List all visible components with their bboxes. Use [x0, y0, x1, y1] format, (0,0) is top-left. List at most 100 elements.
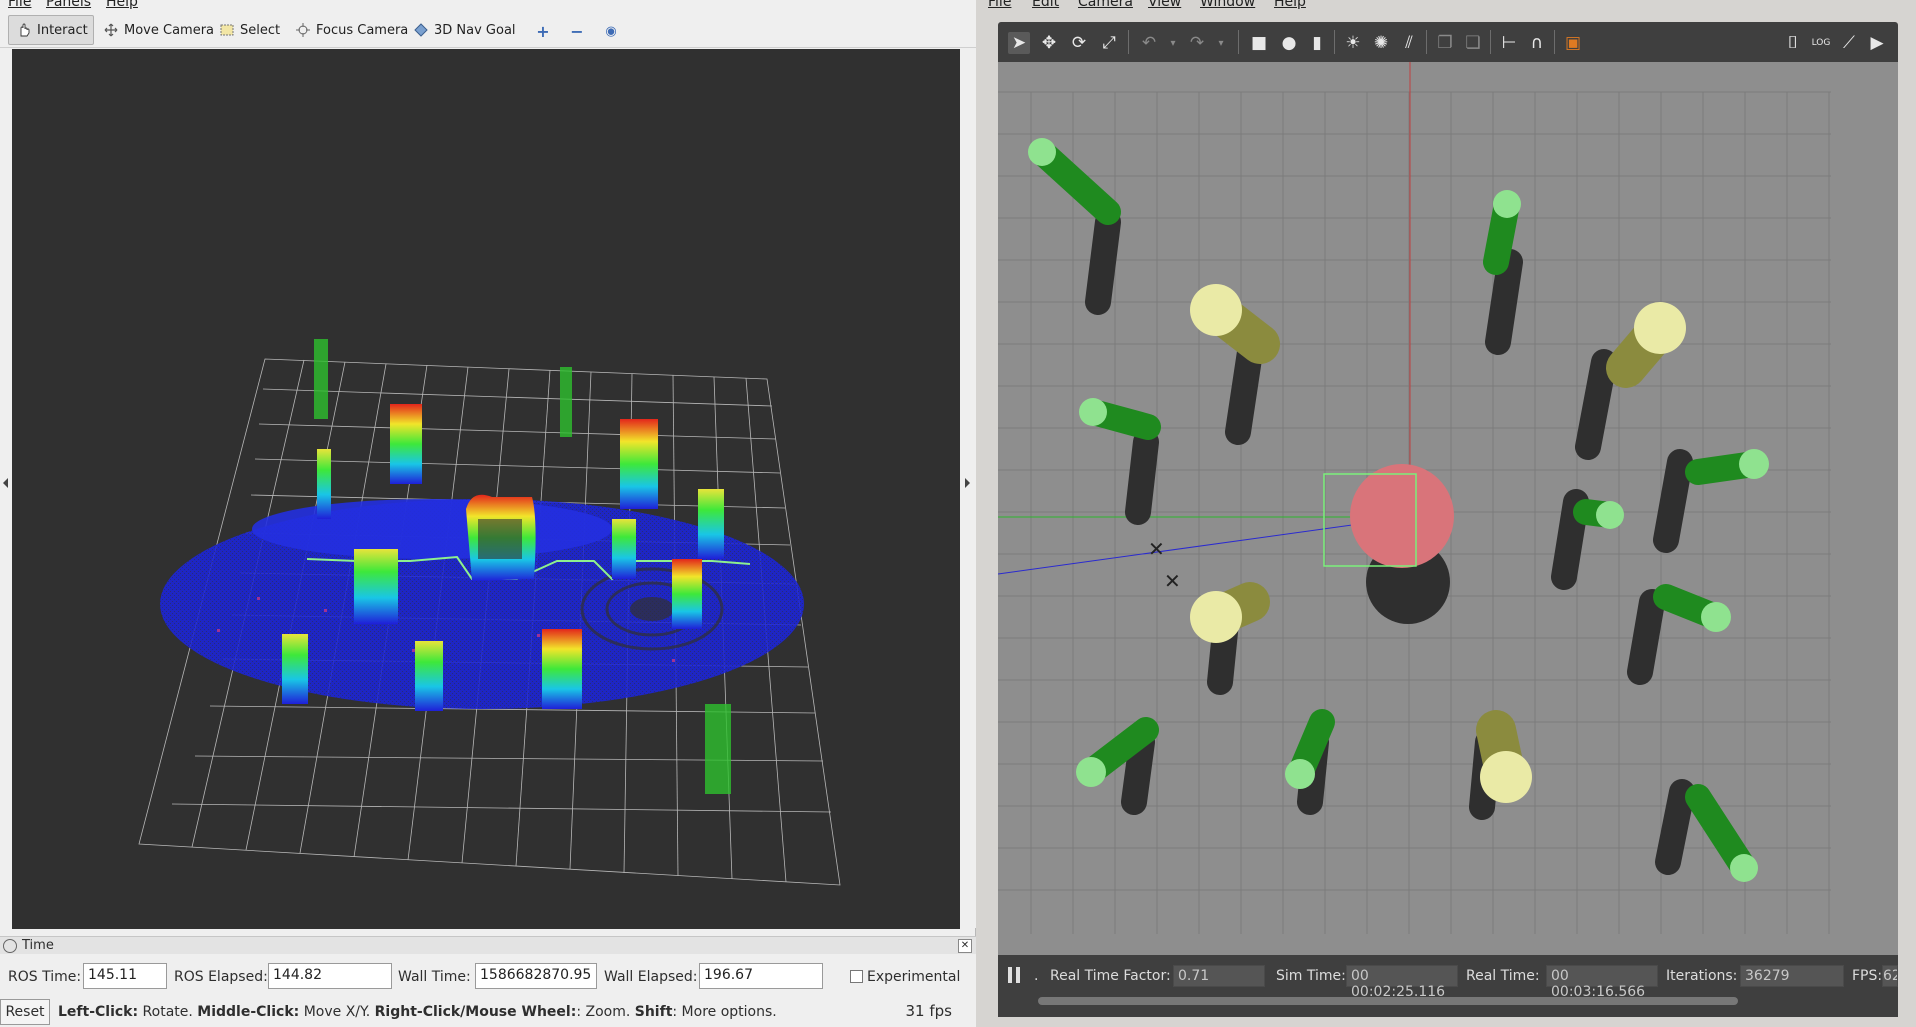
paste-button[interactable]: ❏ — [1462, 32, 1484, 54]
wall-elapsed-label: Wall Elapsed: — [604, 969, 698, 985]
gazebo-status-bar: . Real Time Factor: 0.71 Sim Time: 00 00… — [998, 955, 1898, 1017]
rotate-mode-button[interactable]: ⟳ — [1068, 32, 1090, 54]
copy-button[interactable]: ❐ — [1434, 32, 1456, 54]
view-options-button[interactable]: ◉ — [600, 20, 622, 42]
box-shape-button[interactable]: ■ — [1248, 32, 1270, 54]
select-box-icon — [220, 23, 234, 37]
wall-time-field[interactable]: 1586682870.95 — [475, 963, 597, 989]
hint-middle-click: Middle-Click: — [197, 1004, 300, 1020]
box-icon: ■ — [1250, 33, 1268, 53]
crosshair-icon — [296, 23, 310, 37]
spot-light-button[interactable]: ✺ — [1370, 32, 1392, 54]
gz-menu-edit[interactable]: Edit — [1032, 0, 1059, 10]
menu-help[interactable]: Help — [106, 0, 138, 10]
toolbar-separator — [1334, 30, 1335, 54]
select-mode-button[interactable]: ➤ — [1008, 32, 1030, 54]
interact-tool-button[interactable]: Interact — [8, 15, 94, 45]
gazebo-3d-viewport[interactable]: ✕ ✕ — [998, 62, 1898, 955]
toolbar-separator — [1554, 30, 1555, 54]
nav-goal-label: 3D Nav Goal — [434, 22, 516, 38]
redo-button[interactable]: ↷ — [1186, 32, 1208, 54]
minus-icon: − — [570, 21, 584, 41]
diamond-icon — [414, 23, 428, 37]
wall-elapsed-field[interactable]: 196.67 — [699, 963, 823, 989]
video-icon: ▶ — [1870, 33, 1884, 53]
gz-menu-window[interactable]: Window — [1200, 0, 1255, 10]
right-dock-collapse[interactable] — [960, 48, 976, 928]
mouse-hint-text: Left-Click: Rotate. Middle-Click: Move X… — [58, 1004, 777, 1020]
scale-mode-button[interactable]: ⤢ — [1098, 32, 1120, 54]
ros-time-label: ROS Time: — [8, 969, 82, 985]
gz-menu-view[interactable]: View — [1148, 0, 1181, 10]
ros-elapsed-field[interactable]: 144.82 — [268, 963, 392, 989]
plot-button[interactable]: ⟋ — [1838, 32, 1860, 54]
rviz-3d-viewport[interactable] — [12, 49, 960, 929]
left-dock-collapse[interactable] — [0, 48, 12, 928]
hint-left-click: Left-Click: — [58, 1004, 139, 1020]
focus-camera-tool-button[interactable]: Focus Camera — [288, 15, 416, 45]
undo-icon: ↶ — [1141, 33, 1157, 53]
pause-button[interactable] — [1008, 967, 1022, 983]
pause-icon — [1008, 967, 1012, 983]
rotate-icon: ⟳ — [1071, 33, 1087, 53]
translate-mode-button[interactable]: ✥ — [1038, 32, 1060, 54]
undo-button[interactable]: ↶ — [1138, 32, 1160, 54]
nav-goal-tool-button[interactable]: 3D Nav Goal — [406, 15, 524, 45]
cylinders: ✕ ✕ — [1028, 138, 1769, 882]
experimental-label: Experimental — [867, 969, 961, 985]
hint-middle-action: Move X/Y. — [299, 1004, 375, 1020]
clock-icon — [3, 939, 17, 953]
change-view-button[interactable]: ▣ — [1562, 32, 1584, 54]
screenshot-button[interactable]: ⌷ — [1782, 32, 1804, 54]
select-tool-button[interactable]: Select — [212, 15, 288, 45]
wall-time-label: Wall Time: — [398, 969, 471, 985]
log-button[interactable]: LOG — [1810, 32, 1832, 54]
fps-label: FPS: — [1852, 968, 1883, 984]
close-icon[interactable]: ✕ — [958, 939, 972, 953]
chevron-down-icon: ▾ — [1170, 37, 1176, 49]
record-video-button[interactable]: ▶ — [1866, 32, 1888, 54]
ros-time-field[interactable]: 145.11 — [83, 963, 167, 989]
time-title-text: Time — [22, 938, 54, 953]
gz-menu-camera[interactable]: Camera — [1078, 0, 1133, 10]
remove-tool-button[interactable]: − — [566, 20, 588, 42]
pointer-icon: ➤ — [1011, 33, 1027, 53]
move-camera-tool-button[interactable]: Move Camera — [96, 15, 222, 45]
point-light-button[interactable]: ☀ — [1342, 32, 1364, 54]
status-scrollbar[interactable] — [1038, 997, 1738, 1005]
sphere-shape-button[interactable]: ● — [1278, 32, 1300, 54]
eye-icon: ◉ — [605, 23, 617, 39]
gz-menu-file[interactable]: File — [988, 0, 1011, 10]
redo-history-button[interactable]: ▾ — [1210, 32, 1232, 54]
hand-pointer-icon — [17, 23, 31, 37]
rviz-toolbar: Interact Move Camera Select Focus Camera… — [0, 12, 976, 48]
focus-camera-label: Focus Camera — [316, 22, 409, 38]
align-button[interactable]: ⊢ — [1498, 32, 1520, 54]
undo-history-button[interactable]: ▾ — [1162, 32, 1184, 54]
directional-light-button[interactable]: ⫽ — [1398, 32, 1420, 54]
gazebo-right-panel-handle[interactable] — [1900, 62, 1916, 955]
ros-elapsed-label: ROS Elapsed: — [174, 969, 268, 985]
rviz-window: File Panels Help Interact Move Camera Se… — [0, 0, 976, 1027]
menu-file[interactable]: File — [8, 0, 31, 10]
cylinder-shape-button[interactable]: ▮ — [1306, 32, 1328, 54]
drone-markers: ✕ ✕ — [1148, 537, 1181, 593]
snap-button[interactable]: ∩ — [1526, 32, 1548, 54]
interact-label: Interact — [37, 22, 88, 38]
gz-menu-help[interactable]: Help — [1274, 0, 1306, 10]
experimental-checkbox[interactable] — [850, 970, 863, 983]
move-camera-label: Move Camera — [124, 22, 215, 38]
menu-panels[interactable]: Panels — [46, 0, 91, 10]
gazebo-window: File Edit Camera View Window Help ➤ ✥ ⟳ … — [978, 0, 1916, 1027]
sphere-icon: ● — [1281, 33, 1297, 53]
move-arrows-icon — [104, 23, 118, 37]
step-dot[interactable]: . — [1034, 968, 1038, 984]
log-icon: LOG — [1811, 38, 1831, 48]
add-tool-button[interactable]: + — [532, 20, 554, 42]
reset-button[interactable]: Reset — [0, 999, 50, 1025]
toolbar-separator — [1238, 30, 1239, 54]
robot-sphere[interactable] — [1350, 464, 1454, 568]
arrow-right-icon — [965, 478, 970, 488]
real-time-label: Real Time: — [1466, 968, 1540, 984]
spotlight-icon: ✺ — [1373, 33, 1389, 53]
